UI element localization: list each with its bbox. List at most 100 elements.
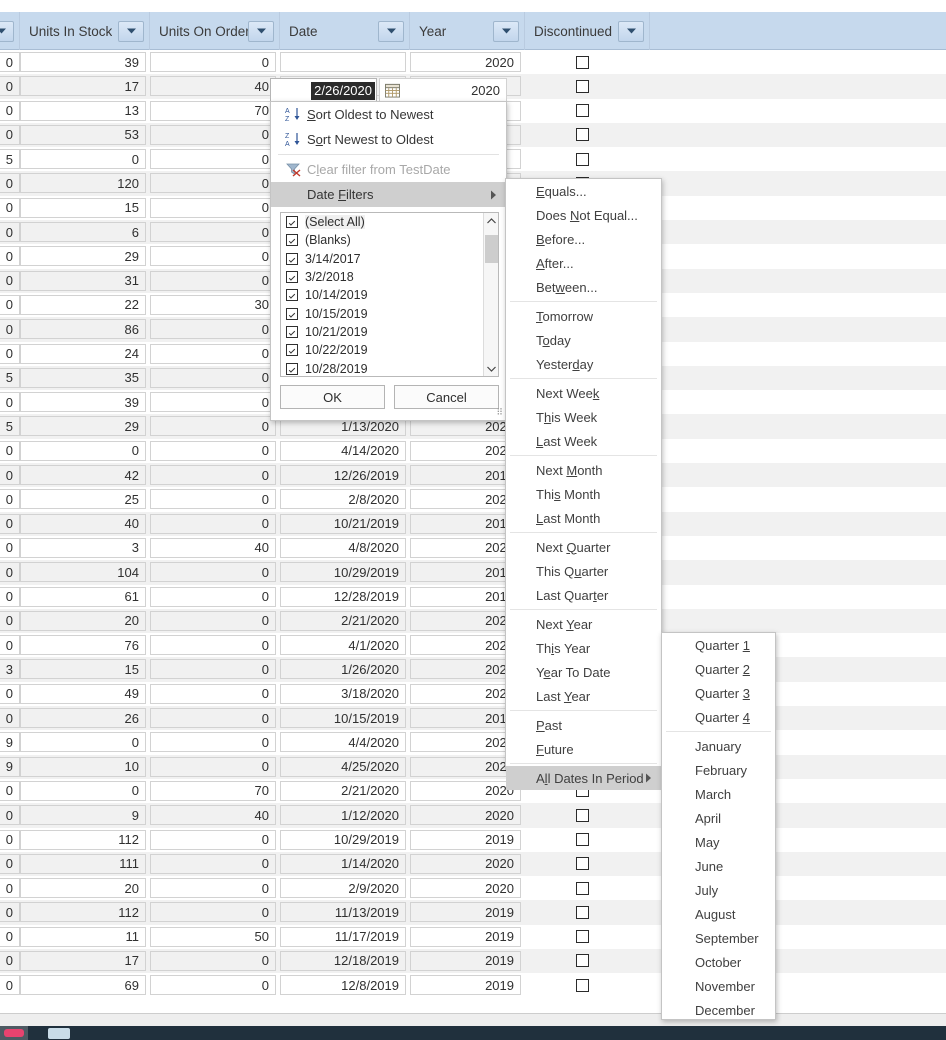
cell-units-on-order[interactable]: 0 — [150, 465, 276, 486]
cell-units-on-order[interactable]: 0 — [150, 392, 276, 413]
cell-date[interactable]: 2/21/2020 — [280, 780, 406, 801]
cell-partial[interactable]: 0 — [0, 926, 20, 947]
scrollbar-thumb[interactable] — [485, 235, 498, 263]
cell-units-on-order[interactable]: 0 — [150, 829, 276, 850]
date-filter-item-next-year[interactable]: Next Year — [506, 612, 661, 636]
cell-units-on-order[interactable]: 70 — [150, 100, 276, 121]
date-filter-dropdown[interactable]: A Z Sort Oldest to Newest Z A Sort Newes… — [270, 101, 507, 421]
listbox-scrollbar[interactable] — [483, 213, 498, 376]
cell-units-on-order[interactable]: 0 — [150, 197, 276, 218]
date-filters-submenu[interactable]: Equals... Does Not Equal... Before... After… — [505, 178, 662, 790]
cell-partial[interactable]: 9 — [0, 732, 20, 753]
checkbox-checked-icon[interactable] — [286, 307, 298, 320]
table-row[interactable]: 0 111 0 1/14/2020 2020 — [0, 851, 946, 877]
cell-partial[interactable]: 0 — [0, 124, 20, 145]
cell-date[interactable]: 12/28/2019 — [280, 586, 406, 607]
date-filter-item-this-year[interactable]: This Year — [506, 636, 661, 660]
cell-discontinued[interactable] — [525, 805, 646, 825]
cell-units-on-order[interactable]: 0 — [150, 319, 276, 340]
period-item-september[interactable]: September — [662, 926, 775, 950]
date-filter-item-this-month[interactable]: This Month — [506, 482, 661, 506]
cell-units-in-stock[interactable]: 11 — [20, 926, 146, 947]
discontinued-checkbox[interactable] — [576, 55, 589, 69]
date-filter-item-yesterday[interactable]: Yesterday — [506, 352, 661, 376]
cell-units-in-stock[interactable]: 120 — [20, 173, 146, 194]
date-filter-item-last-year[interactable]: Last Year — [506, 684, 661, 708]
period-item-july[interactable]: July — [662, 878, 775, 902]
cell-date[interactable]: 12/18/2019 — [280, 950, 406, 971]
cell-partial[interactable]: 0 — [0, 829, 20, 850]
cell-partial[interactable]: 0 — [0, 950, 20, 971]
filter-list-item[interactable]: 3/14/2017 — [281, 250, 498, 268]
checkbox-checked-icon[interactable] — [286, 252, 298, 265]
taskbar[interactable] — [0, 1026, 946, 1040]
filter-values-list[interactable]: (Select All) (Blanks) 3/14/2017 3/2/2018 10/… — [281, 213, 498, 376]
cell-date[interactable]: 10/15/2019 — [280, 708, 406, 729]
checkbox-checked-icon[interactable] — [286, 289, 298, 302]
cell-units-on-order[interactable]: 0 — [150, 659, 276, 680]
cell-partial[interactable]: 0 — [0, 489, 20, 510]
cell-discontinued[interactable] — [525, 76, 646, 96]
cell-year[interactable]: 2019 — [410, 950, 521, 971]
cell-date[interactable]: 4/4/2020 — [280, 732, 406, 753]
table-row[interactable]: 0 0 0 4/14/2020 2020 — [0, 439, 946, 463]
column-header-units-in-stock[interactable]: Units In Stock — [20, 12, 150, 50]
date-filter-item-this-quarter[interactable]: This Quarter — [506, 559, 661, 583]
date-filter-item-last-month[interactable]: Last Month — [506, 506, 661, 530]
cell-year[interactable]: 2019 — [410, 975, 521, 996]
column-header-discontinued[interactable]: Discontinued — [525, 12, 650, 50]
cell-units-on-order[interactable]: 0 — [150, 562, 276, 583]
table-row[interactable]: 0 104 0 10/29/2019 2019 — [0, 560, 946, 585]
cell-date[interactable]: 11/17/2019 — [280, 926, 406, 947]
table-row[interactable]: 0 112 0 10/29/2019 2019 — [0, 828, 946, 852]
cell-partial[interactable]: 0 — [0, 635, 20, 656]
discontinued-checkbox[interactable] — [576, 930, 589, 944]
period-item-june[interactable]: June — [662, 854, 775, 878]
cell-discontinued[interactable] — [525, 927, 646, 947]
discontinued-checkbox[interactable] — [576, 857, 589, 871]
cell-partial[interactable]: 0 — [0, 975, 20, 996]
cell-units-in-stock[interactable]: 112 — [20, 902, 146, 923]
period-item-april[interactable]: April — [662, 806, 775, 830]
table-row[interactable]: 3 15 0 1/26/2020 2020 — [0, 657, 946, 682]
column-header-year[interactable]: Year — [410, 12, 525, 50]
discontinued-checkbox[interactable] — [576, 79, 589, 93]
cell-date[interactable]: 10/21/2019 — [280, 513, 406, 534]
table-row[interactable]: 0 49 0 3/18/2020 2020 — [0, 682, 946, 706]
date-cell-editing[interactable]: 2/26/2020 — [270, 78, 377, 103]
menu-item-date-filters[interactable]: Date Filters — [271, 182, 506, 207]
cell-units-in-stock[interactable]: 29 — [20, 416, 146, 437]
cell-discontinued[interactable] — [525, 830, 646, 850]
all-dates-in-period-submenu[interactable]: Quarter 1 Quarter 2 Quarter 3 Quarter 4 Janu… — [661, 632, 776, 1020]
cell-units-on-order[interactable]: 0 — [150, 635, 276, 656]
cell-units-in-stock[interactable]: 111 — [20, 853, 146, 874]
cell-units-on-order[interactable]: 0 — [150, 124, 276, 145]
calendar-icon[interactable] — [385, 83, 400, 98]
cell-units-in-stock[interactable]: 112 — [20, 829, 146, 850]
cell-partial[interactable]: 0 — [0, 319, 20, 340]
table-row[interactable]: 0 76 0 4/1/2020 2020 — [0, 633, 946, 657]
cell-partial[interactable]: 0 — [0, 513, 20, 534]
cell-units-in-stock[interactable]: 49 — [20, 683, 146, 704]
cell-date[interactable]: 1/12/2020 — [280, 805, 406, 826]
discontinued-checkbox[interactable] — [576, 833, 589, 846]
cell-units-in-stock[interactable]: 17 — [20, 950, 146, 971]
cell-units-in-stock[interactable]: 0 — [20, 440, 146, 461]
date-filter-item-next-month[interactable]: Next Month — [506, 458, 661, 482]
cell-units-in-stock[interactable]: 61 — [20, 586, 146, 607]
column-header-units-on-order[interactable]: Units On Order — [150, 12, 280, 50]
cell-date[interactable] — [280, 52, 406, 72]
cell-units-on-order[interactable]: 0 — [150, 149, 276, 170]
cell-partial[interactable]: 0 — [0, 805, 20, 826]
cell-units-on-order[interactable]: 0 — [150, 950, 276, 971]
cell-units-in-stock[interactable]: 29 — [20, 246, 146, 267]
date-filter-item-next-week[interactable]: Next Week — [506, 381, 661, 405]
cell-units-on-order[interactable]: 0 — [150, 732, 276, 753]
cell-date[interactable]: 11/13/2019 — [280, 902, 406, 923]
date-filter-item-this-week[interactable]: This Week — [506, 405, 661, 429]
cell-partial[interactable]: 5 — [0, 416, 20, 437]
table-row[interactable]: 0 20 0 2/9/2020 2020 — [0, 876, 946, 900]
cell-date[interactable]: 2/9/2020 — [280, 878, 406, 899]
cell-units-on-order[interactable]: 0 — [150, 853, 276, 874]
cell-units-on-order[interactable]: 0 — [150, 513, 276, 534]
